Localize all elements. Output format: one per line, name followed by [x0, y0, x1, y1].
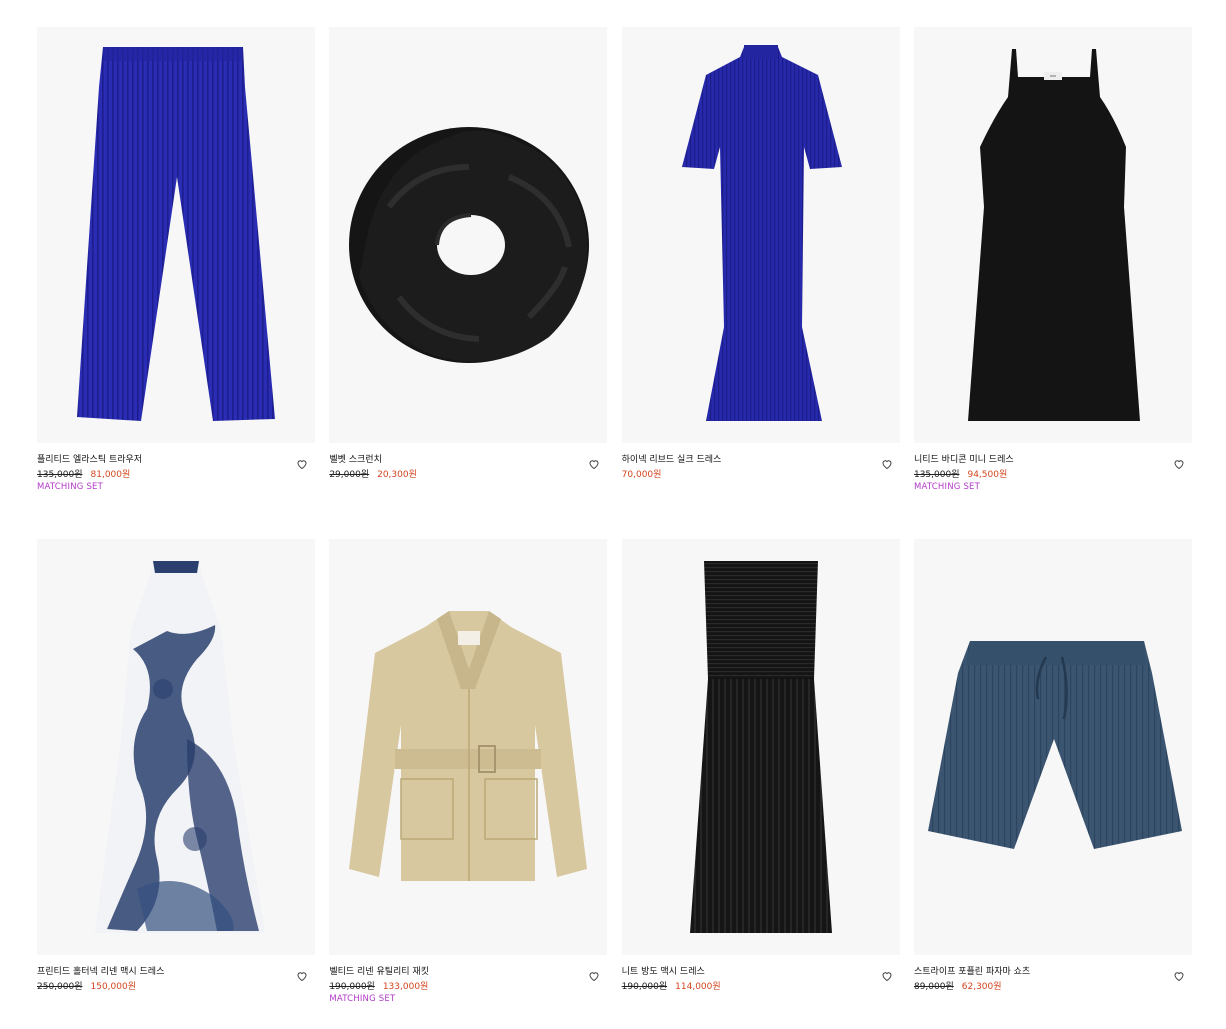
product-name[interactable]: 프린티드 홀터넥 리넨 맥시 드레스	[37, 966, 281, 978]
product-name[interactable]: 플리티드 엘라스틱 트라우저	[37, 454, 281, 466]
product-image[interactable]	[621, 539, 900, 955]
original-price: 250,000원	[37, 982, 83, 992]
heart-icon[interactable]	[296, 970, 308, 982]
product-card[interactable]: 벨벳 스크런치 29,000원 20,300원	[329, 27, 608, 497]
sale-price: 81,000원	[90, 470, 131, 480]
product-image[interactable]	[913, 539, 1192, 955]
product-info: 벨벳 스크런치 29,000원 20,300원	[329, 443, 607, 482]
heart-icon[interactable]	[881, 458, 893, 470]
scrunchie-image	[349, 127, 590, 363]
product-info: 니트 방도 맥시 드레스 190,000원 114,000원	[622, 955, 900, 994]
product-name[interactable]: 니티드 바디콘 미니 드레스	[914, 454, 1158, 466]
original-price: 135,000원	[37, 470, 83, 480]
dress-image	[95, 561, 265, 933]
product-card[interactable]: 프린티드 홀터넥 리넨 맥시 드레스 250,000원 150,000원	[37, 539, 315, 1009]
sale-price: 20,300원	[377, 470, 417, 480]
product-info: 하이넥 리브드 실크 드레스 70,000원	[622, 443, 900, 482]
sale-price: 150,000원	[90, 982, 137, 992]
dress-image	[967, 49, 1140, 421]
heart-icon[interactable]	[1173, 970, 1185, 982]
dress-image	[681, 45, 842, 421]
heart-icon[interactable]	[296, 458, 308, 470]
product-image[interactable]	[329, 539, 608, 955]
product-card[interactable]: 니티드 바디콘 미니 드레스 135,000원 94,500원 MATCHING …	[913, 27, 1192, 497]
original-price: 29,000원	[329, 470, 370, 480]
price: 70,000원	[621, 470, 662, 480]
sale-price: 62,300원	[961, 982, 1002, 992]
product-card[interactable]: 니트 방도 맥시 드레스 190,000원 114,000원	[621, 539, 900, 1009]
product-name[interactable]: 하이넥 리브드 실크 드레스	[622, 454, 866, 466]
product-info: 프린티드 홀터넥 리넨 맥시 드레스 250,000원 150,000원	[37, 955, 315, 994]
sale-price: 133,000원	[382, 982, 429, 992]
matching-set-tag[interactable]: MATCHING SET	[329, 994, 573, 1005]
price-line: 135,000원 94,500원	[914, 468, 1158, 482]
product-image[interactable]	[329, 27, 608, 443]
product-card[interactable]: 하이넥 리브드 실크 드레스 70,000원	[621, 27, 900, 497]
price-line: 135,000원 81,000원	[37, 468, 281, 482]
product-name[interactable]: 니트 방도 맥시 드레스	[622, 966, 866, 978]
sale-price: 114,000원	[675, 982, 721, 992]
product-image[interactable]	[621, 27, 900, 443]
price-line: 70,000원	[622, 468, 866, 482]
product-info: 벨티드 리넨 유틸리티 재킷 190,000원 133,000원 MATCHING…	[329, 955, 607, 1005]
product-info: 스트라이프 포플린 파자마 쇼츠 89,000원 62,300원	[914, 955, 1192, 994]
price-line: 89,000원 62,300원	[914, 980, 1158, 994]
product-image[interactable]	[913, 27, 1192, 443]
original-price: 89,000원	[913, 982, 954, 992]
original-price: 190,000원	[621, 982, 668, 992]
original-price: 190,000원	[329, 982, 375, 992]
heart-icon[interactable]	[588, 970, 600, 982]
product-card[interactable]: 스트라이프 포플린 파자마 쇼츠 89,000원 62,300원	[913, 539, 1192, 1009]
product-card[interactable]: 벨티드 리넨 유틸리티 재킷 190,000원 133,000원 MATCHING…	[329, 539, 608, 1009]
original-price: 135,000원	[913, 470, 960, 480]
sale-price: 94,500원	[967, 470, 1008, 480]
price-line: 190,000원 133,000원	[329, 980, 573, 994]
price-line: 250,000원 150,000원	[37, 980, 281, 994]
product-image[interactable]	[37, 27, 315, 443]
product-info: 플리티드 엘라스틱 트라우저 135,000원 81,000원 MATCHING …	[37, 443, 315, 493]
trousers-image	[77, 47, 275, 421]
product-name[interactable]: 스트라이프 포플린 파자마 쇼츠	[914, 966, 1158, 978]
product-name[interactable]: 벨벳 스크런치	[329, 454, 573, 466]
product-image[interactable]	[37, 539, 315, 955]
price-line: 190,000원 114,000원	[622, 980, 866, 994]
dress-image	[689, 561, 832, 933]
price-line: 29,000원 20,300원	[329, 468, 573, 482]
jacket-image	[349, 611, 588, 881]
heart-icon[interactable]	[1173, 458, 1185, 470]
product-grid: 플리티드 엘라스틱 트라우저 135,000원 81,000원 MATCHING …	[37, 27, 1192, 1009]
matching-set-tag[interactable]: MATCHING SET	[37, 482, 281, 493]
product-name[interactable]: 벨티드 리넨 유틸리티 재킷	[329, 966, 573, 978]
heart-icon[interactable]	[588, 458, 600, 470]
heart-icon[interactable]	[881, 970, 893, 982]
matching-set-tag[interactable]: MATCHING SET	[914, 482, 1158, 493]
product-card[interactable]: 플리티드 엘라스틱 트라우저 135,000원 81,000원 MATCHING …	[37, 27, 315, 497]
product-info: 니티드 바디콘 미니 드레스 135,000원 94,500원 MATCHING …	[914, 443, 1192, 493]
shorts-image	[927, 641, 1182, 849]
